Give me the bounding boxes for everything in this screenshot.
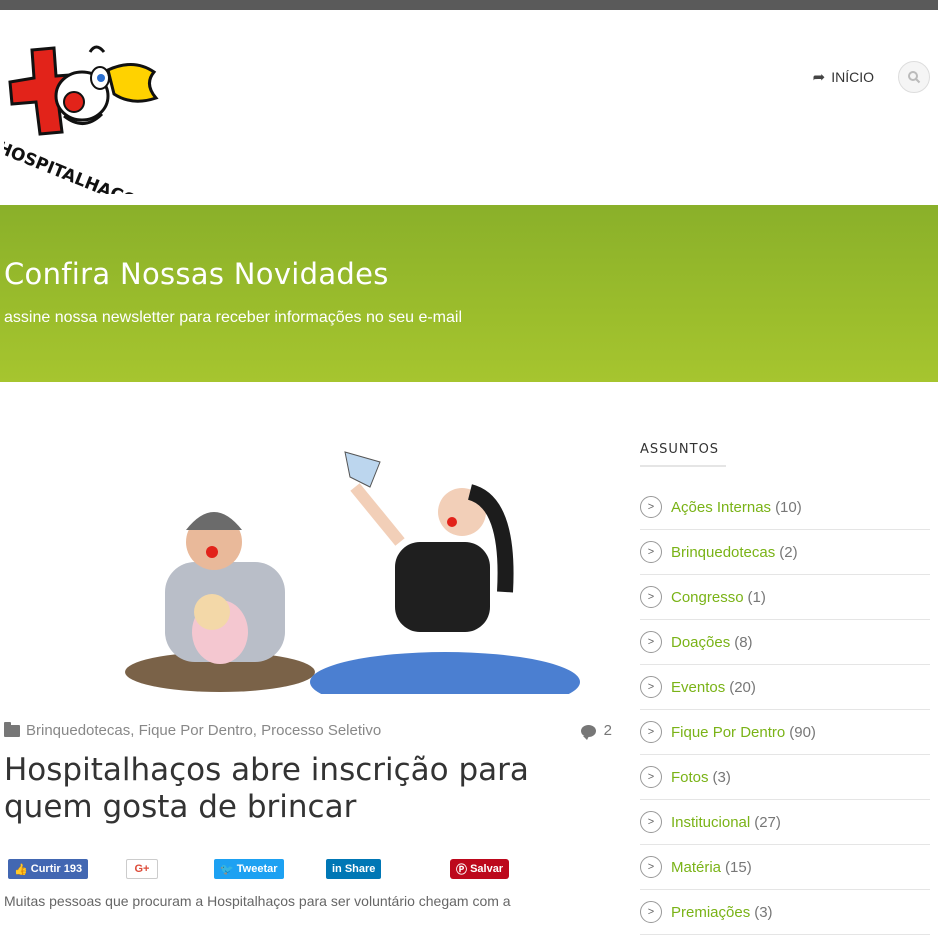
category-name[interactable]: Fotos bbox=[671, 769, 709, 786]
pinterest-icon: Ⓟ bbox=[456, 864, 471, 876]
post-title[interactable]: Hospitalhaços abre inscrição para quem g… bbox=[4, 752, 604, 826]
category-item[interactable]: > Fotos (3) bbox=[640, 755, 930, 800]
comment-icon bbox=[580, 724, 596, 740]
nav-home-link[interactable]: INÍCIO bbox=[831, 69, 874, 85]
category-name[interactable]: Doações bbox=[671, 634, 730, 651]
sidebar-categories: ASSUNTOS > Ações Internas (10) > Brinquedot… bbox=[640, 442, 930, 935]
chevron-right-icon: > bbox=[640, 901, 662, 923]
chevron-right-icon: > bbox=[640, 856, 662, 878]
post-excerpt: Muitas pessoas que procuram a Hospitalha… bbox=[4, 893, 511, 909]
twitter-icon: 🐦 bbox=[220, 863, 237, 876]
category-count: (8) bbox=[734, 633, 753, 651]
category-name[interactable]: Eventos bbox=[671, 679, 725, 696]
comments-link[interactable]: 2 bbox=[580, 722, 612, 740]
chevron-right-icon: > bbox=[640, 586, 662, 608]
facebook-like-button[interactable]: 👍 Curtir 193 bbox=[8, 859, 89, 879]
facebook-like-label: Curtir 193 bbox=[30, 863, 83, 875]
category-count: (15) bbox=[725, 858, 752, 876]
pinterest-save-button[interactable]: Ⓟ Salvar bbox=[450, 859, 510, 879]
category-item[interactable]: > Institucional (27) bbox=[640, 800, 930, 845]
category-item[interactable]: > Matéria (15) bbox=[640, 845, 930, 890]
category-count: (3) bbox=[754, 903, 773, 921]
category-item[interactable]: > Brinquedotecas (2) bbox=[640, 530, 930, 575]
comment-count: 2 bbox=[603, 722, 612, 739]
category-item[interactable]: > Fique Por Dentro (90) bbox=[640, 710, 930, 755]
chevron-right-icon: > bbox=[640, 631, 662, 653]
category-name[interactable]: Institucional bbox=[671, 814, 750, 831]
category-count: (3) bbox=[712, 768, 731, 786]
category-count: (90) bbox=[789, 723, 816, 741]
chevron-right-icon: > bbox=[640, 496, 662, 518]
category-count: (1) bbox=[747, 588, 766, 606]
sidebar-heading: ASSUNTOS bbox=[640, 442, 726, 467]
category-item[interactable]: > Doações (8) bbox=[640, 620, 930, 665]
newsletter-banner: Confira Nossas Novidades assine nossa ne… bbox=[0, 205, 938, 382]
category-count: (20) bbox=[729, 678, 756, 696]
search-button[interactable] bbox=[898, 61, 930, 93]
category-name[interactable]: Matéria bbox=[671, 859, 721, 876]
category-name[interactable]: Fique Por Dentro bbox=[671, 724, 785, 741]
chevron-right-icon: > bbox=[640, 721, 662, 743]
chevron-right-icon: > bbox=[640, 811, 662, 833]
linkedin-share-label: Share bbox=[344, 863, 376, 875]
main-nav: ➦ INÍCIO bbox=[813, 68, 874, 86]
main-content: Brinquedotecas, Fique Por Dentro, Proces… bbox=[0, 382, 938, 935]
post-featured-image[interactable] bbox=[0, 432, 620, 694]
post-categories[interactable]: Brinquedotecas, Fique Por Dentro, Proces… bbox=[26, 722, 381, 739]
category-item[interactable]: > Premiações (3) bbox=[640, 890, 930, 935]
chevron-right-icon: > bbox=[640, 541, 662, 563]
top-bar bbox=[0, 0, 938, 10]
chevron-right-icon: > bbox=[640, 766, 662, 788]
search-icon bbox=[908, 71, 921, 84]
category-item[interactable]: > Eventos (20) bbox=[640, 665, 930, 710]
site-header: HOSPITALHAÇOS ➦ INÍCIO bbox=[0, 10, 938, 205]
share-bar: 👍 Curtir 193 G+ 🐦 Tweetar in Share Ⓟ Sal… bbox=[8, 859, 528, 881]
category-item[interactable]: > Congresso (1) bbox=[640, 575, 930, 620]
banner-title: Confira Nossas Novidades bbox=[4, 257, 389, 291]
linkedin-share-button[interactable]: in Share bbox=[326, 859, 382, 879]
thumbs-up-icon: 👍 bbox=[14, 863, 31, 876]
banner-subtitle: assine nossa newsletter para receber inf… bbox=[4, 309, 463, 326]
folder-icon bbox=[4, 721, 20, 737]
category-count: (27) bbox=[754, 813, 781, 831]
svg-text:HOSPITALHAÇOS: HOSPITALHAÇOS bbox=[4, 138, 151, 194]
tweet-label: Tweetar bbox=[236, 863, 278, 875]
hospitalhacos-logo[interactable]: HOSPITALHAÇOS bbox=[4, 36, 160, 194]
share-arrow-icon: ➦ bbox=[812, 69, 826, 86]
linkedin-icon: in bbox=[332, 863, 345, 875]
tweet-button[interactable]: 🐦 Tweetar bbox=[214, 859, 284, 879]
category-name[interactable]: Brinquedotecas bbox=[671, 544, 775, 561]
category-name[interactable]: Ações Internas bbox=[671, 499, 771, 516]
google-plus-button[interactable]: G+ bbox=[126, 859, 158, 879]
category-name[interactable]: Congresso bbox=[671, 589, 744, 606]
category-name[interactable]: Premiações bbox=[671, 904, 750, 921]
category-list: > Ações Internas (10) > Brinquedotecas (2) >… bbox=[640, 485, 930, 935]
category-item[interactable]: > Ações Internas (10) bbox=[640, 485, 930, 530]
post-meta: Brinquedotecas, Fique Por Dentro, Proces… bbox=[4, 721, 612, 740]
category-count: (10) bbox=[775, 498, 802, 516]
pinterest-save-label: Salvar bbox=[470, 863, 504, 875]
category-count: (2) bbox=[779, 543, 798, 561]
chevron-right-icon: > bbox=[640, 676, 662, 698]
